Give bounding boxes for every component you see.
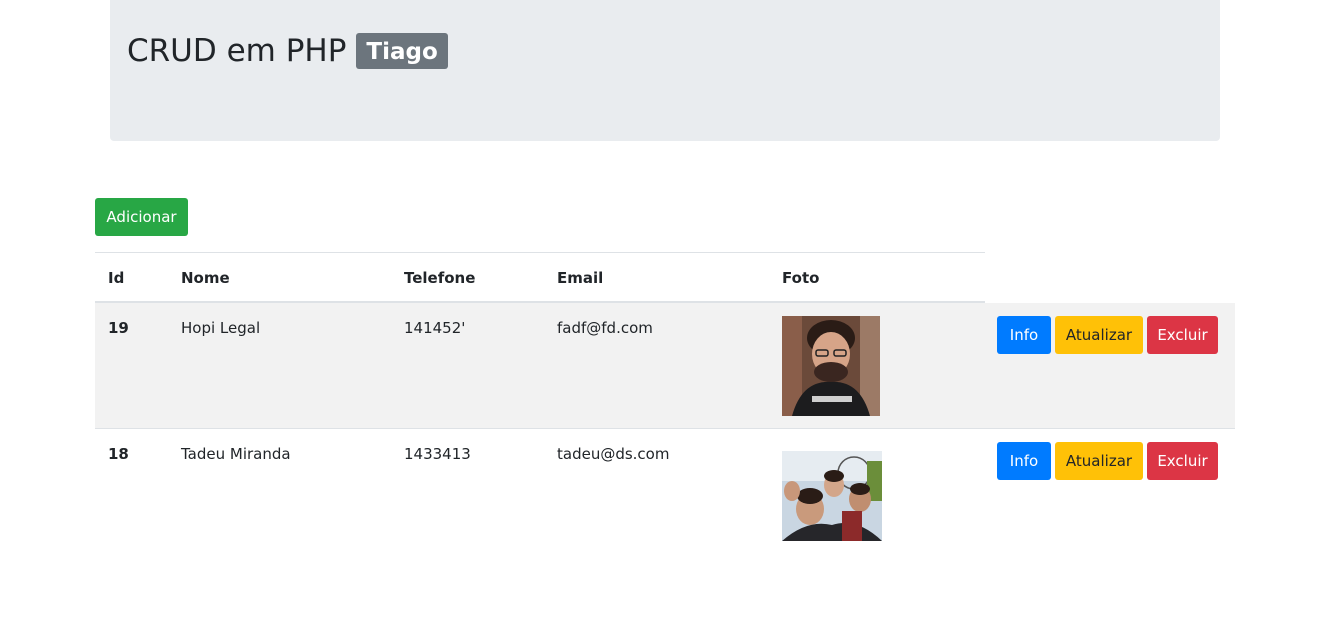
page-title: CRUD em PHP Tiago: [127, 32, 448, 70]
add-button[interactable]: Adicionar: [95, 198, 188, 236]
column-header-email: Email: [557, 269, 604, 287]
cell-email: tadeu@ds.com: [557, 445, 670, 463]
column-header-nome: Nome: [181, 269, 230, 287]
cell-id: 18: [108, 445, 129, 463]
cell-id: 19: [108, 319, 129, 337]
header-jumbotron: CRUD em PHP Tiago: [110, 0, 1220, 141]
user-badge: Tiago: [356, 33, 448, 69]
cell-telefone: 141452': [404, 319, 466, 337]
column-header-telefone: Telefone: [404, 269, 476, 287]
person-photo: [782, 316, 880, 416]
cell-email: fadf@fd.com: [557, 319, 653, 337]
cell-telefone: 1433413: [404, 445, 471, 463]
delete-button[interactable]: Excluir: [1147, 442, 1218, 480]
info-button[interactable]: Info: [997, 442, 1051, 480]
column-header-id: Id: [108, 269, 125, 287]
cell-nome: Tadeu Miranda: [181, 445, 291, 463]
table-row: 18 Tadeu Miranda 1433413 tadeu@ds.com In…: [95, 429, 1235, 554]
page-title-text: CRUD em PHP: [127, 33, 347, 69]
cell-nome: Hopi Legal: [181, 319, 261, 337]
update-button[interactable]: Atualizar: [1055, 442, 1143, 480]
update-button[interactable]: Atualizar: [1055, 316, 1143, 354]
table-header: Id Nome Telefone Email Foto: [95, 252, 985, 303]
info-button[interactable]: Info: [997, 316, 1051, 354]
records-table: Id Nome Telefone Email Foto 19 Hopi Lega…: [95, 252, 1235, 554]
delete-button[interactable]: Excluir: [1147, 316, 1218, 354]
table-row: 19 Hopi Legal 141452' fadf@fd.com Info A…: [95, 303, 1235, 429]
column-header-foto: Foto: [782, 269, 820, 287]
group-photo: [782, 451, 882, 541]
